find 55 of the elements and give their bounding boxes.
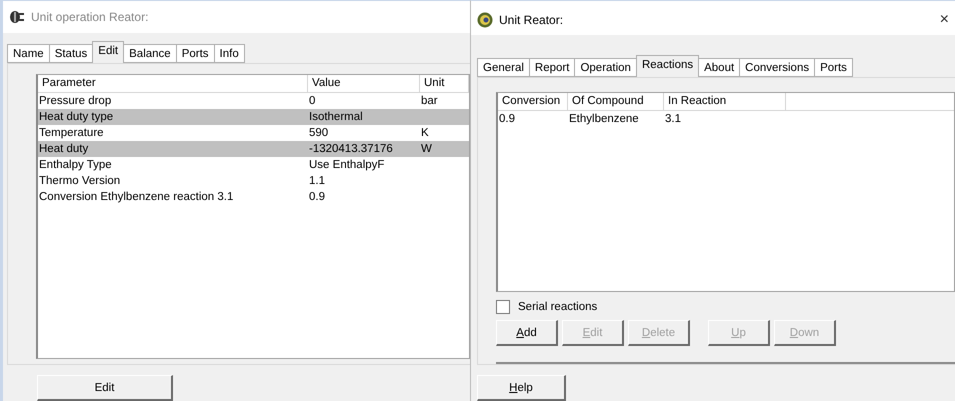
table-cell-text: Pressure drop [38, 95, 112, 107]
table-cell-text: bar [420, 95, 439, 107]
table-cell-text: Heat duty type [38, 111, 114, 123]
column-header[interactable]: In Reaction [664, 93, 786, 111]
table-cell-text: 0 [308, 95, 316, 107]
table-cell-text: 1.1 [308, 175, 326, 187]
table-cell-text: Temperature [38, 127, 105, 139]
tab[interactable]: General [477, 58, 530, 77]
table-row[interactable]: Thermo Version 1.1 [38, 173, 469, 189]
table-cell-text: K [420, 127, 430, 139]
table-cell-text: Conversion Ethylbenzene reaction 3.1 [38, 191, 234, 203]
tab[interactable]: Operation [574, 58, 637, 77]
table-row[interactable]: Conversion Ethylbenzene reaction 3.1 0.9 [38, 189, 469, 205]
table-cell-text: Enthalpy Type [38, 159, 113, 171]
table-row[interactable]: Enthalpy Type Use EnthalpyF [38, 157, 469, 173]
app-logo-icon [477, 12, 493, 28]
table-cell-text: 590 [308, 127, 330, 139]
table-row[interactable]: Pressure drop 0 bar [38, 93, 469, 109]
action-button[interactable]: Add [496, 320, 558, 346]
table-row[interactable]: Heat duty type Isothermal [38, 109, 469, 125]
table-row[interactable]: 0.9 Ethylbenzene 3.1 [498, 111, 954, 127]
window-title: Unit Reator: [499, 13, 564, 27]
tab[interactable]: Report [528, 58, 576, 77]
table-cell-text: Use EnthalpyF [308, 159, 386, 171]
tab[interactable]: Name [7, 44, 50, 63]
table-cell-text: 3.1 [664, 113, 682, 125]
table-row[interactable]: Temperature 590 K [38, 125, 469, 141]
tab[interactable]: Status [48, 44, 94, 63]
column-header[interactable]: Unit [420, 75, 469, 93]
table-cell-text: Ethylbenzene [568, 113, 640, 125]
checkbox[interactable] [496, 300, 510, 314]
table-cell-text: Thermo Version [38, 175, 122, 187]
table-cell-text: Isothermal [308, 111, 364, 123]
tab[interactable]: Conversions [739, 58, 816, 77]
tab[interactable]: Balance [123, 44, 177, 63]
tab[interactable]: About [698, 58, 740, 77]
column-header[interactable]: Parameter [38, 75, 308, 93]
table-row[interactable]: Heat duty -1320413.37176 W [38, 141, 469, 157]
table-cell-text: W [420, 143, 433, 155]
table-cell-text: 0.9 [498, 113, 516, 125]
table-cell-text: -1320413.37176 [308, 143, 394, 155]
checkbox-label: Serial reactions [518, 301, 598, 313]
close-button[interactable]: × [940, 11, 949, 29]
tab[interactable]: Ports [176, 44, 215, 63]
edit-button[interactable]: Edit [37, 375, 173, 401]
column-header[interactable]: Of Compound [568, 93, 664, 111]
table-cell-text: Heat duty [38, 143, 90, 155]
tab[interactable]: Info [214, 44, 245, 63]
table-cell-text: 0.9 [308, 191, 326, 203]
tab[interactable]: Ports [814, 58, 853, 77]
plug-icon [9, 10, 25, 24]
column-header[interactable]: Value [308, 75, 420, 93]
help-button[interactable]: Help [477, 375, 566, 401]
column-header[interactable]: Conversion [498, 93, 568, 111]
window-title: Unit operation Reator: [31, 10, 150, 24]
